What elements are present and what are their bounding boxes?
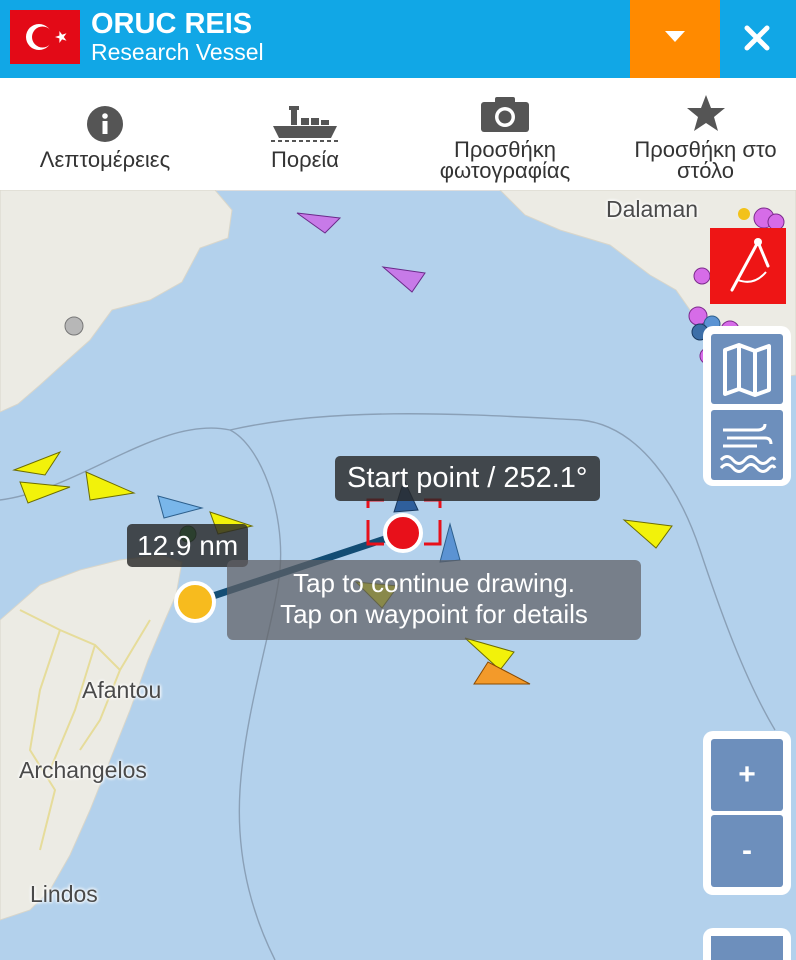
zoom-controls: + -	[703, 731, 791, 895]
star-icon	[686, 95, 725, 131]
hint-line-2: Tap on waypoint for details	[280, 599, 588, 629]
end-waypoint	[174, 581, 216, 623]
chevron-down-icon	[665, 31, 685, 42]
zoom-in-button[interactable]: +	[711, 739, 783, 811]
camera-icon	[481, 97, 529, 132]
add-to-fleet-button[interactable]: Προσθήκη στο στόλο	[615, 78, 796, 190]
measure-tool-button[interactable]	[710, 228, 786, 304]
map-layers-button[interactable]	[711, 334, 783, 404]
place-label-archangelos: Archangelos	[19, 757, 147, 783]
info-icon	[87, 106, 123, 142]
bottom-control-button[interactable]	[703, 928, 791, 960]
route-button[interactable]: Πορεία	[225, 78, 385, 190]
drawing-hint-tooltip: Tap to continue drawing. Tap on waypoint…	[227, 560, 641, 640]
close-button[interactable]	[720, 0, 796, 78]
expand-dropdown-button[interactable]	[630, 0, 720, 78]
place-label-afantou: Afantou	[82, 677, 162, 703]
place-label-lindos: Lindos	[30, 881, 98, 907]
place-label-dalaman: Dalaman	[606, 196, 699, 222]
close-icon	[744, 25, 770, 51]
wind-waves-icon	[719, 423, 777, 473]
rhodes-island-land	[0, 554, 183, 921]
vessel-type: Research Vessel	[91, 39, 264, 65]
vessel-header: ORUC REIS Research Vessel	[0, 0, 796, 78]
add-to-fleet-label-2: στόλο	[677, 158, 734, 183]
route-label: Πορεία	[270, 147, 340, 172]
start-point-tooltip: Start point / 252.1°	[335, 456, 600, 501]
map-icon	[723, 343, 771, 397]
turkey-coast-land	[0, 190, 233, 413]
vessel-name: ORUC REIS	[91, 8, 253, 40]
turkey-flag-icon	[10, 10, 80, 64]
map-view[interactable]: Dalaman Afantou Archangelos Lindos Start…	[0, 190, 796, 960]
compass-measure-icon	[730, 238, 770, 292]
vessel-actions-toolbar: Λεπτομέρειες Πορεία Προσθήκη φωτογραφίας…	[0, 78, 796, 191]
zoom-out-button[interactable]: -	[711, 815, 783, 887]
start-waypoint	[383, 513, 423, 553]
weather-layer-button[interactable]	[711, 410, 783, 480]
cargo-ship-icon	[271, 106, 339, 142]
add-photo-button[interactable]: Προσθήκη φωτογραφίας	[415, 78, 595, 190]
map-layer-controls	[703, 326, 791, 486]
details-button[interactable]: Λεπτομέρειες	[10, 78, 200, 190]
hint-line-1: Tap to continue drawing.	[293, 568, 575, 598]
details-label: Λεπτομέρειες	[39, 147, 171, 172]
add-photo-label-2: φωτογραφίας	[439, 158, 571, 183]
